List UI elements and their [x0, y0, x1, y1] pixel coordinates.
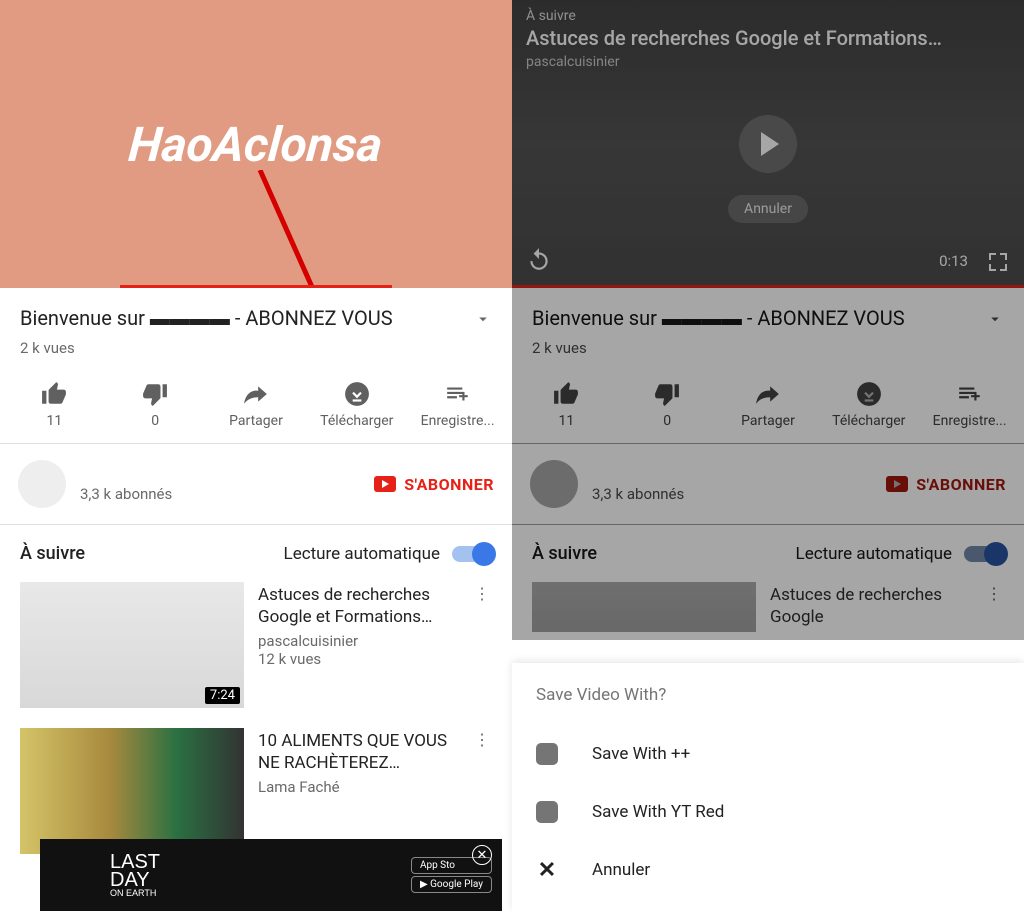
thumb-down-icon [142, 381, 168, 407]
save-with-ytred-option[interactable]: Save With YT Red [512, 783, 1024, 841]
channel-name [592, 465, 872, 485]
suggested-video[interactable]: 7:24 Astuces de recherches Google et For… [0, 582, 512, 728]
share-button[interactable]: Partager [718, 381, 819, 429]
save-with-plus-option[interactable]: Save With ++ [512, 725, 1024, 783]
autoplay-row: À suivre Lecture automatique [512, 525, 1024, 582]
ad-logo: LAST DAY ON EARTH [110, 853, 160, 897]
fullscreen-icon[interactable] [986, 250, 1010, 274]
dislike-button[interactable]: 0 [617, 381, 718, 429]
play-icon [761, 132, 779, 156]
more-icon[interactable]: ⋮ [472, 728, 492, 751]
video-title: Bienvenue sur ▬▬▬▬ - ABONNEZ VOUS [20, 306, 474, 331]
view-count: 2 k vues [0, 335, 512, 371]
subscribe-button[interactable]: S'ABONNER [886, 475, 1006, 494]
save-video-sheet: Save Video With? Save With ++ Save With … [512, 663, 1024, 911]
action-bar: 11 0 Partager Télécharger Enregistre... [0, 371, 512, 444]
right-panel: À suivre Astuces de recherches Google et… [512, 0, 1024, 911]
suggested-channel: pascalcuisinier [258, 632, 458, 650]
subscriber-count: 3,3 k abonnés [80, 485, 360, 503]
video-player-left[interactable]: HaoAclonsa [0, 0, 512, 288]
next-video-title: Astuces de recherches Google et Formatio… [526, 26, 1010, 50]
channel-row[interactable]: 3,3 k abonnés S'ABONNER [0, 444, 512, 525]
sheet-cancel-option[interactable]: ✕ Annuler [512, 841, 1024, 899]
more-icon[interactable]: ⋮ [984, 582, 1004, 605]
suggested-channel: Lama Faché [258, 778, 458, 796]
left-panel: HaoAclonsa Bienvenue sur ▬▬▬▬ - ABONNEZ … [0, 0, 512, 911]
like-button[interactable]: 11 [516, 381, 617, 429]
ad-close-icon[interactable]: ✕ [472, 845, 492, 865]
channel-name [80, 465, 360, 485]
autoplay-label: Lecture automatique [284, 544, 440, 564]
thumb-up-icon [553, 381, 579, 407]
playlist-add-icon [957, 381, 983, 407]
dislike-button[interactable]: 0 [105, 381, 206, 429]
app-icon [536, 743, 558, 765]
more-icon[interactable]: ⋮ [472, 582, 492, 605]
autoplay-label: Lecture automatique [796, 544, 952, 564]
download-icon [856, 381, 882, 407]
up-next-heading: À suivre [20, 543, 284, 564]
expand-icon[interactable] [474, 310, 492, 328]
video-thumbnail[interactable] [20, 728, 244, 854]
suggested-title: Astuces de recherches Google et Formatio… [258, 584, 458, 628]
autoplay-toggle[interactable] [964, 546, 1004, 562]
download-button[interactable]: Télécharger [818, 381, 919, 429]
subscribe-button[interactable]: S'ABONNER [374, 475, 494, 494]
video-title-row[interactable]: Bienvenue sur ▬▬▬▬ - ABONNEZ VOUS [0, 288, 512, 335]
ad-banner[interactable]: LAST DAY ON EARTH App Sto ▶ Google Play … [40, 839, 502, 911]
cancel-autoplay-button[interactable]: Annuler [728, 195, 808, 223]
sheet-title: Save Video With? [512, 685, 1024, 725]
close-icon: ✕ [536, 859, 558, 881]
autoplay-row: À suivre Lecture automatique [0, 525, 512, 582]
thumb-down-icon [654, 381, 680, 407]
channel-row[interactable]: 3,3 k abonnés S'ABONNER [512, 444, 1024, 525]
view-count: 2 k vues [512, 335, 1024, 371]
channel-avatar[interactable] [530, 460, 578, 508]
video-thumbnail[interactable]: 7:24 [20, 582, 244, 708]
replay-icon[interactable] [526, 246, 552, 272]
suggested-title: Astuces de recherches Google [770, 584, 970, 628]
video-thumbnail[interactable] [532, 582, 756, 632]
download-button[interactable]: Télécharger [306, 381, 407, 429]
suggested-video[interactable]: Astuces de recherches Google ⋮ [512, 582, 1024, 632]
save-button[interactable]: Enregistre... [407, 381, 508, 429]
video-title: Bienvenue sur ▬▬▬▬ - ABONNEZ VOUS [532, 306, 986, 331]
time-display: 0:13 [939, 252, 968, 270]
play-next-button[interactable] [739, 115, 797, 173]
action-bar: 11 0 Partager Télécharger Enregistre... [512, 371, 1024, 444]
like-button[interactable]: 11 [4, 381, 105, 429]
thumb-up-icon [41, 381, 67, 407]
download-icon [344, 381, 370, 407]
playlist-add-icon [445, 381, 471, 407]
share-icon [755, 381, 781, 407]
suggested-views: 12 k vues [258, 650, 458, 668]
next-video-channel: pascalcuisinier [526, 54, 619, 70]
expand-icon[interactable] [986, 310, 1004, 328]
video-scribble: HaoAclonsa [127, 116, 385, 173]
video-title-row[interactable]: Bienvenue sur ▬▬▬▬ - ABONNEZ VOUS [512, 288, 1024, 335]
youtube-icon [886, 476, 908, 492]
suggested-title: 10 ALIMENTS QUE VOUS NE RACHÈTEREZ… [258, 730, 458, 774]
subscriber-count: 3,3 k abonnés [592, 485, 872, 503]
video-player-right[interactable]: À suivre Astuces de recherches Google et… [512, 0, 1024, 288]
up-next-label: À suivre [526, 8, 576, 24]
app-icon [536, 801, 558, 823]
save-button[interactable]: Enregistre... [919, 381, 1020, 429]
up-next-heading: À suivre [532, 543, 796, 564]
annotation-arrow [250, 170, 360, 288]
autoplay-toggle[interactable] [452, 546, 492, 562]
duration-badge: 7:24 [205, 687, 240, 704]
channel-avatar[interactable] [18, 460, 66, 508]
share-button[interactable]: Partager [206, 381, 307, 429]
youtube-icon [374, 476, 396, 492]
share-icon [243, 381, 269, 407]
